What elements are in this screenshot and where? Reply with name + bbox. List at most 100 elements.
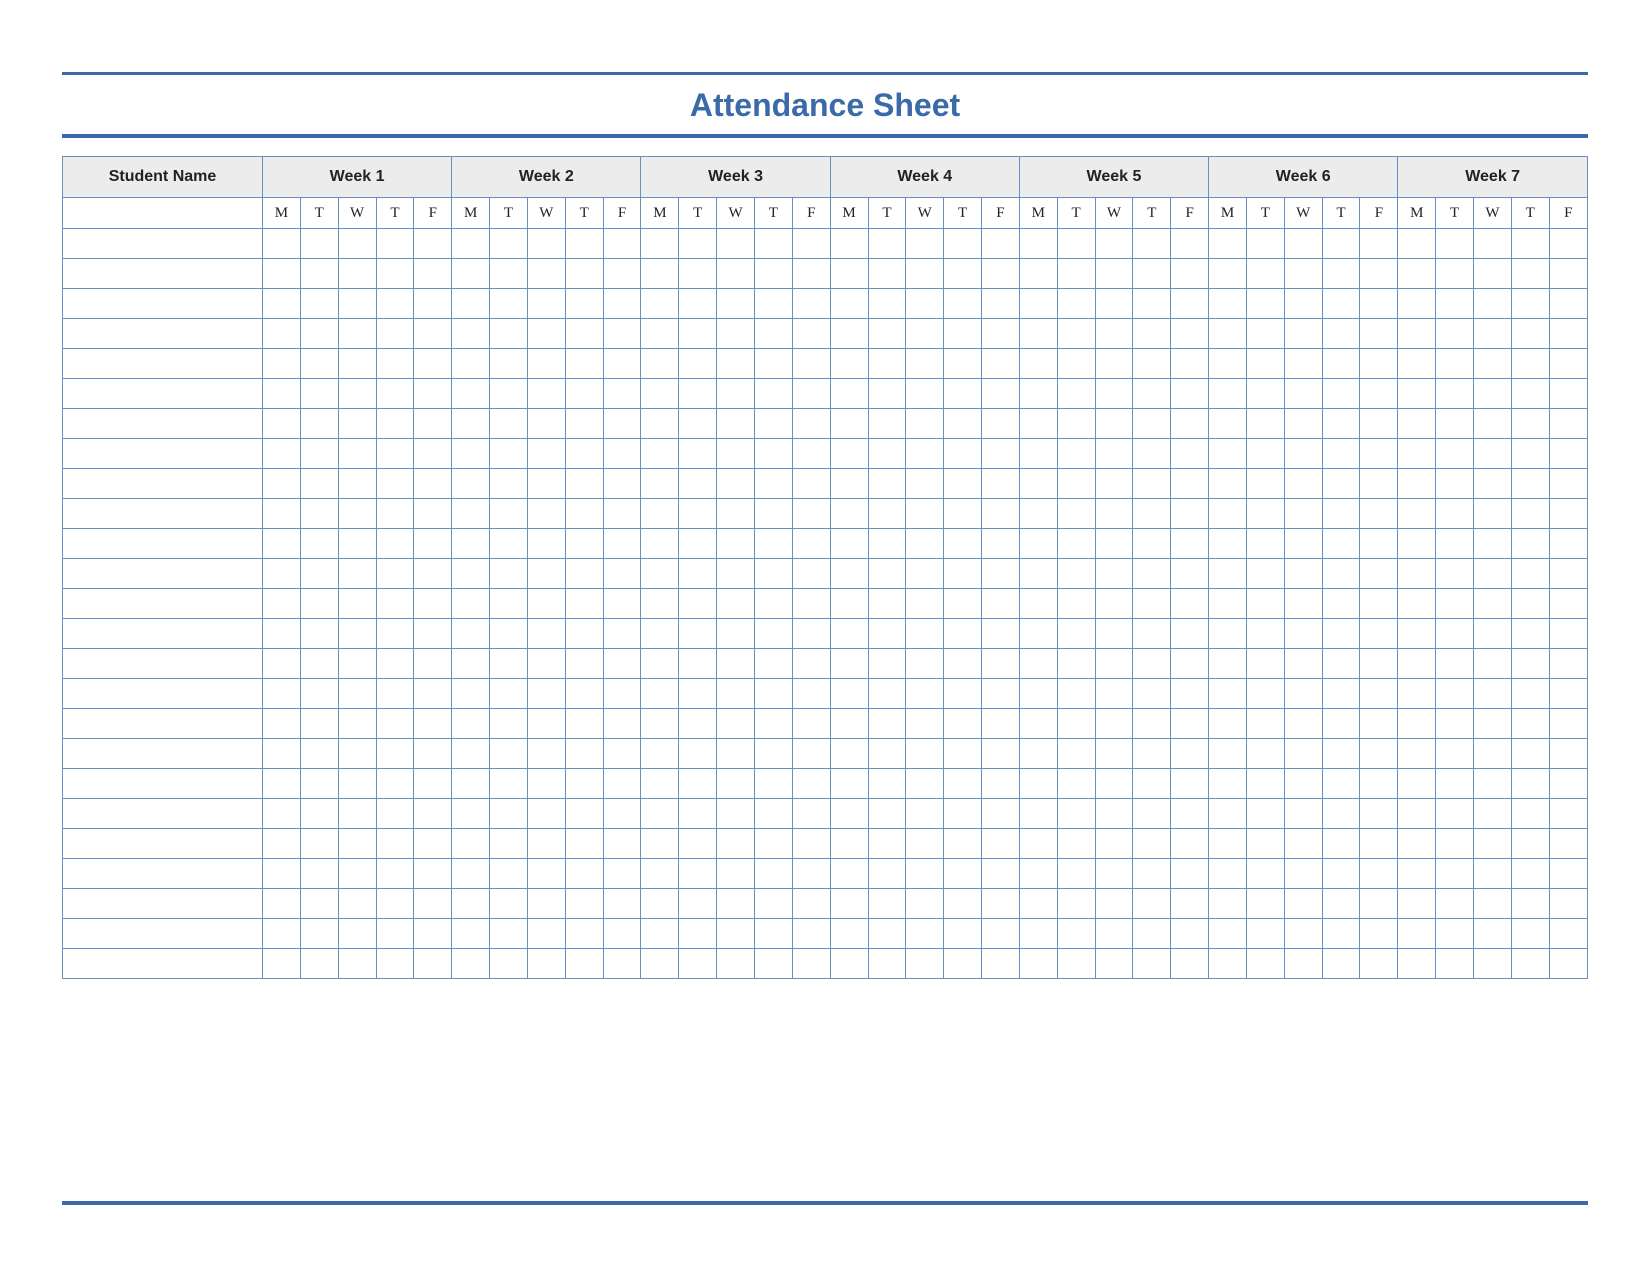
attendance-cell bbox=[641, 859, 679, 889]
attendance-cell bbox=[868, 709, 906, 739]
attendance-cell bbox=[565, 739, 603, 769]
attendance-cell bbox=[1474, 529, 1512, 559]
attendance-cell bbox=[603, 859, 641, 889]
attendance-cell bbox=[565, 709, 603, 739]
attendance-cell bbox=[717, 499, 755, 529]
name-cell bbox=[63, 379, 263, 409]
attendance-cell bbox=[1209, 739, 1247, 769]
attendance-cell bbox=[830, 649, 868, 679]
attendance-cell bbox=[1436, 799, 1474, 829]
attendance-cell bbox=[1209, 709, 1247, 739]
attendance-cell bbox=[1436, 439, 1474, 469]
attendance-cell bbox=[263, 949, 301, 979]
attendance-cell bbox=[1474, 769, 1512, 799]
attendance-cell bbox=[1246, 499, 1284, 529]
attendance-cell bbox=[1511, 559, 1549, 589]
attendance-cell bbox=[1284, 229, 1322, 259]
attendance-cell bbox=[906, 439, 944, 469]
table-row bbox=[63, 319, 1588, 349]
day-label: M bbox=[1019, 198, 1057, 229]
attendance-cell bbox=[338, 469, 376, 499]
attendance-cell bbox=[641, 649, 679, 679]
attendance-cell bbox=[982, 289, 1020, 319]
attendance-cell bbox=[1360, 589, 1398, 619]
attendance-cell bbox=[300, 289, 338, 319]
attendance-cell bbox=[1549, 289, 1587, 319]
attendance-cell bbox=[1322, 589, 1360, 619]
attendance-cell bbox=[300, 769, 338, 799]
attendance-cell bbox=[263, 799, 301, 829]
attendance-cell bbox=[1284, 589, 1322, 619]
attendance-cell bbox=[1019, 229, 1057, 259]
attendance-cell bbox=[300, 409, 338, 439]
attendance-cell bbox=[1549, 409, 1587, 439]
attendance-cell bbox=[1360, 949, 1398, 979]
attendance-cell bbox=[1171, 469, 1209, 499]
attendance-cell bbox=[376, 859, 414, 889]
attendance-cell bbox=[1511, 289, 1549, 319]
day-label: F bbox=[1360, 198, 1398, 229]
attendance-cell bbox=[679, 499, 717, 529]
attendance-cell bbox=[1398, 289, 1436, 319]
attendance-cell bbox=[1511, 799, 1549, 829]
attendance-cell bbox=[1284, 319, 1322, 349]
attendance-cell bbox=[1133, 829, 1171, 859]
attendance-cell bbox=[1436, 409, 1474, 439]
attendance-cell bbox=[376, 769, 414, 799]
name-cell bbox=[63, 649, 263, 679]
attendance-cell bbox=[1322, 469, 1360, 499]
attendance-cell bbox=[982, 889, 1020, 919]
attendance-cell bbox=[263, 829, 301, 859]
attendance-cell bbox=[641, 319, 679, 349]
attendance-cell bbox=[1246, 649, 1284, 679]
attendance-cell bbox=[1246, 919, 1284, 949]
attendance-cell bbox=[414, 829, 452, 859]
attendance-cell bbox=[1474, 229, 1512, 259]
attendance-cell bbox=[1360, 799, 1398, 829]
table-row bbox=[63, 799, 1588, 829]
week-header: Week 5 bbox=[1019, 157, 1208, 198]
attendance-cell bbox=[754, 769, 792, 799]
attendance-cell bbox=[754, 499, 792, 529]
attendance-cell bbox=[1019, 529, 1057, 559]
header-row: Student NameWeek 1Week 2Week 3Week 4Week… bbox=[63, 157, 1588, 198]
attendance-cell bbox=[1171, 499, 1209, 529]
attendance-cell bbox=[1360, 709, 1398, 739]
attendance-cell bbox=[1284, 469, 1322, 499]
day-label: M bbox=[641, 198, 679, 229]
attendance-cell bbox=[1133, 439, 1171, 469]
attendance-cell bbox=[830, 829, 868, 859]
table-row bbox=[63, 529, 1588, 559]
attendance-cell bbox=[717, 649, 755, 679]
attendance-cell bbox=[1474, 919, 1512, 949]
attendance-cell bbox=[679, 949, 717, 979]
attendance-cell bbox=[717, 319, 755, 349]
attendance-cell bbox=[1474, 619, 1512, 649]
attendance-cell bbox=[868, 529, 906, 559]
name-cell bbox=[63, 829, 263, 859]
attendance-cell bbox=[300, 799, 338, 829]
attendance-cell bbox=[754, 709, 792, 739]
attendance-cell bbox=[641, 619, 679, 649]
week-header: Week 4 bbox=[830, 157, 1019, 198]
attendance-cell bbox=[754, 859, 792, 889]
attendance-cell bbox=[376, 349, 414, 379]
attendance-cell bbox=[527, 559, 565, 589]
attendance-cell bbox=[1209, 529, 1247, 559]
table-row bbox=[63, 649, 1588, 679]
attendance-cell bbox=[1511, 769, 1549, 799]
attendance-cell bbox=[830, 799, 868, 829]
attendance-cell bbox=[1171, 649, 1209, 679]
attendance-cell bbox=[263, 319, 301, 349]
attendance-cell bbox=[1436, 679, 1474, 709]
attendance-cell bbox=[679, 619, 717, 649]
attendance-cell bbox=[1511, 709, 1549, 739]
attendance-cell bbox=[906, 259, 944, 289]
week-header: Week 6 bbox=[1209, 157, 1398, 198]
attendance-cell bbox=[679, 229, 717, 259]
attendance-cell bbox=[338, 559, 376, 589]
attendance-cell bbox=[490, 949, 528, 979]
attendance-cell bbox=[338, 619, 376, 649]
attendance-cell bbox=[527, 769, 565, 799]
week-header: Week 1 bbox=[263, 157, 452, 198]
